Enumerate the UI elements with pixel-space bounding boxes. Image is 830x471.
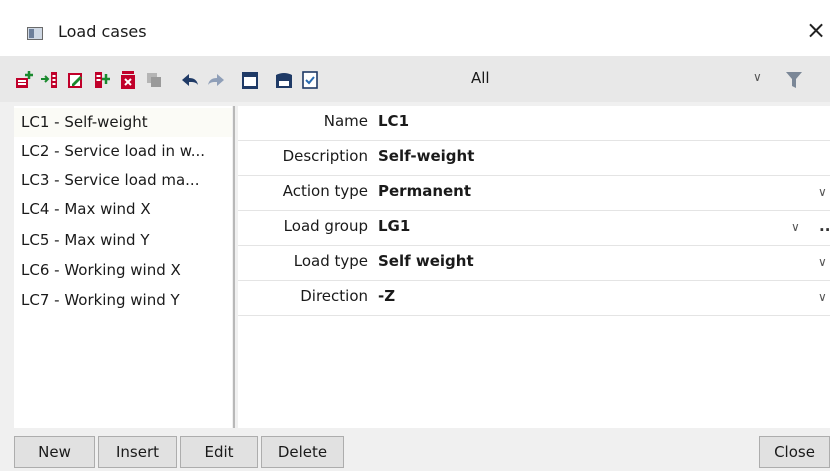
property-label: Description — [282, 147, 368, 165]
new-button[interactable]: New — [14, 436, 95, 468]
more-options-button[interactable]: .. — [819, 217, 830, 235]
property-value: -Z — [378, 287, 396, 305]
delete-button[interactable]: Delete — [261, 436, 344, 468]
close-window-icon[interactable]: × — [804, 16, 828, 44]
property-value: LC1 — [378, 112, 410, 130]
direction-select[interactable] — [372, 281, 830, 315]
duplicate-icon[interactable] — [144, 70, 164, 90]
window-title: Load cases — [58, 22, 147, 41]
chevron-down-icon[interactable]: ∨ — [818, 185, 827, 199]
load-case-list: LC1 - Self-weight LC2 - Service load in … — [14, 106, 232, 428]
insert-button[interactable]: Insert — [98, 436, 177, 468]
property-label: Direction — [300, 287, 368, 305]
property-value: Self-weight — [378, 147, 475, 165]
property-row-name: Name LC1 — [238, 106, 830, 141]
property-row-description: Description Self-weight — [238, 141, 830, 176]
splitter[interactable] — [233, 106, 235, 428]
button-bar: New Insert Edit Delete Close — [0, 428, 830, 471]
undo-icon[interactable] — [180, 70, 200, 90]
copy-load-case-icon[interactable] — [92, 70, 112, 90]
chevron-down-icon[interactable]: ∨ — [818, 290, 827, 304]
delete-load-case-icon[interactable] — [118, 70, 138, 90]
property-label: Action type — [282, 182, 368, 200]
insert-load-case-icon[interactable] — [40, 70, 60, 90]
list-item[interactable]: LC4 - Max wind X — [14, 195, 232, 224]
window-app-icon — [27, 27, 43, 40]
edit-button[interactable]: Edit — [180, 436, 258, 468]
chevron-down-icon[interactable]: ∨ — [753, 70, 762, 84]
property-row-load-group: Load group LG1 ∨ .. — [238, 211, 830, 246]
toolbar: All ∨ — [0, 56, 830, 102]
chevron-down-icon[interactable]: ∨ — [818, 255, 827, 269]
check-list-icon[interactable] — [300, 70, 320, 90]
list-item[interactable]: LC2 - Service load in w... — [14, 137, 232, 166]
property-value: Self weight — [378, 252, 474, 270]
list-item[interactable]: LC6 - Working wind X — [14, 256, 232, 285]
list-item[interactable]: LC7 - Working wind Y — [14, 286, 232, 315]
property-value: Permanent — [378, 182, 472, 200]
property-label: Load group — [283, 217, 368, 235]
new-load-case-icon[interactable] — [14, 70, 34, 90]
close-button[interactable]: Close — [759, 436, 830, 468]
property-row-load-type: Load type Self weight ∨ — [238, 246, 830, 281]
redo-icon[interactable] — [206, 70, 226, 90]
property-value: LG1 — [378, 217, 411, 235]
load-group-select[interactable] — [372, 211, 830, 245]
property-row-action-type: Action type Permanent ∨ — [238, 176, 830, 211]
property-label: Name — [323, 112, 368, 130]
property-label: Load type — [293, 252, 368, 270]
property-row-direction: Direction -Z ∨ — [238, 281, 830, 316]
chevron-down-icon[interactable]: ∨ — [791, 220, 800, 234]
filter-select[interactable]: All — [471, 69, 490, 87]
list-item[interactable]: LC1 - Self-weight — [14, 108, 232, 137]
save-icon[interactable] — [274, 70, 294, 90]
list-item[interactable]: LC3 - Service load ma... — [14, 166, 232, 195]
properties-panel: Name LC1 Description Self-weight Action … — [238, 106, 830, 428]
name-field[interactable] — [372, 106, 830, 140]
table-view-icon[interactable] — [240, 70, 260, 90]
funnel-icon[interactable] — [786, 71, 802, 89]
list-item[interactable]: LC5 - Max wind Y — [14, 226, 232, 255]
load-cases-dialog: Load cases × All ∨ LC1 - Self-weight LC2… — [0, 0, 830, 471]
edit-load-case-icon[interactable] — [66, 70, 86, 90]
title-bar: Load cases × — [0, 0, 830, 56]
